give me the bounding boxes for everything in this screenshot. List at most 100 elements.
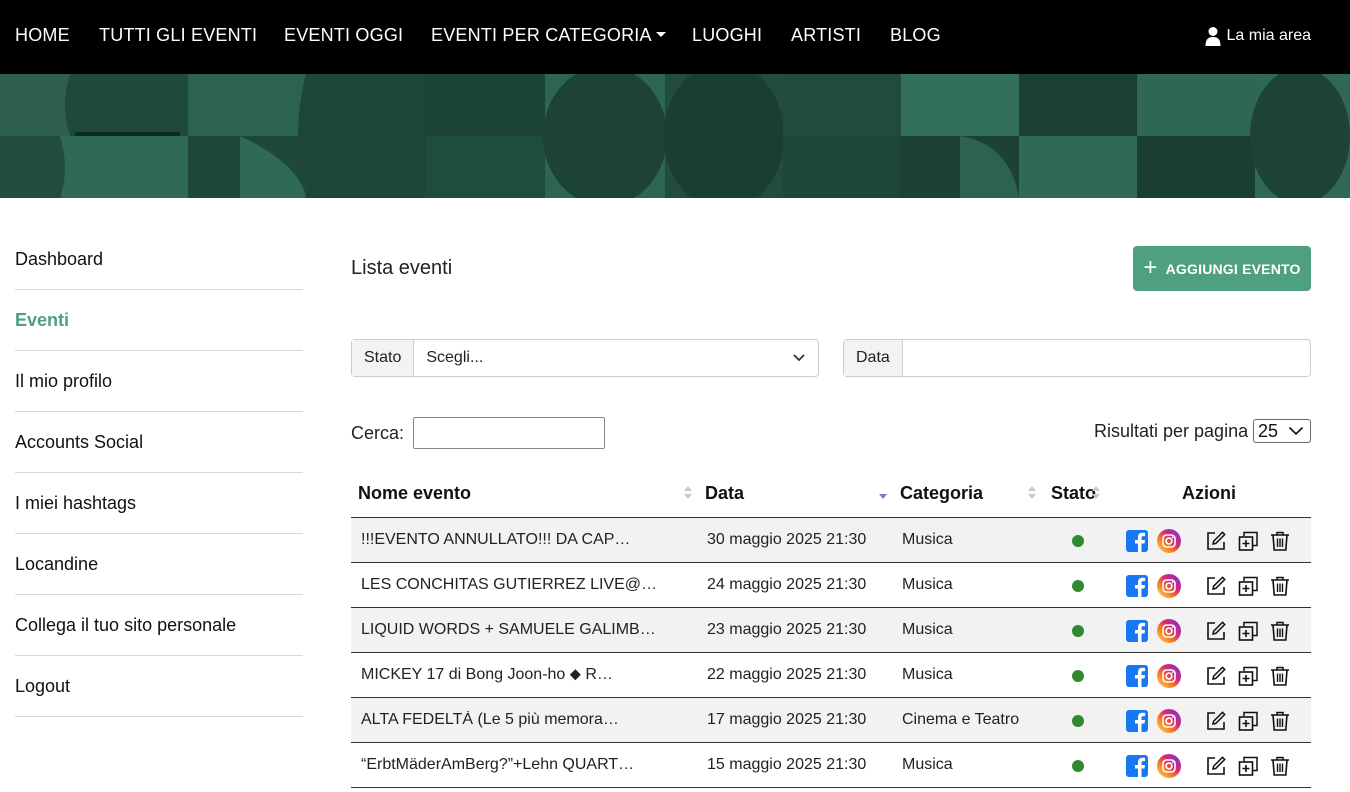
trash-icon[interactable] xyxy=(1268,664,1292,688)
table-row: LIQUID WORDS + SAMUELE GALIMB… 23 maggio… xyxy=(351,608,1311,653)
header-stato[interactable]: Stato xyxy=(1051,483,1096,504)
trash-icon[interactable] xyxy=(1268,574,1292,598)
table-row: LES CONCHITAS GUTIERREZ LIVE@… 24 maggio… xyxy=(351,563,1311,608)
event-date: 17 maggio 2025 21:30 xyxy=(707,711,867,728)
chevron-down-icon xyxy=(793,354,805,362)
nav-blog[interactable]: BLOG xyxy=(890,25,941,46)
duplicate-icon[interactable] xyxy=(1236,754,1260,778)
instagram-icon[interactable] xyxy=(1157,574,1181,598)
event-category: Cinema e Teatro xyxy=(902,711,1020,728)
sort-icon[interactable] xyxy=(1028,486,1036,500)
user-icon xyxy=(1205,27,1220,46)
facebook-icon[interactable] xyxy=(1125,709,1149,733)
status-dot xyxy=(1072,625,1084,637)
facebook-icon[interactable] xyxy=(1125,529,1149,553)
duplicate-icon[interactable] xyxy=(1236,619,1260,643)
page-title: Lista eventi xyxy=(351,257,453,279)
duplicate-icon[interactable] xyxy=(1236,664,1260,688)
facebook-icon[interactable] xyxy=(1125,619,1149,643)
nav-eventi-oggi[interactable]: EVENTI OGGI xyxy=(284,25,403,46)
event-name[interactable]: ALTA FEDELTÀ (Le 5 più memora… xyxy=(361,711,661,729)
status-dot xyxy=(1072,670,1084,682)
sidebar-item-locandine[interactable]: Locandine xyxy=(15,534,303,595)
instagram-icon[interactable] xyxy=(1157,619,1181,643)
search-label: Cerca: xyxy=(351,423,405,443)
duplicate-icon[interactable] xyxy=(1236,529,1260,553)
trash-icon[interactable] xyxy=(1268,529,1292,553)
instagram-icon[interactable] xyxy=(1157,664,1181,688)
sidebar-item-accounts-social[interactable]: Accounts Social xyxy=(15,412,303,473)
event-category: Musica xyxy=(902,666,953,683)
edit-icon[interactable] xyxy=(1204,529,1228,553)
sidebar-item-collega-sito[interactable]: Collega il tuo sito personale xyxy=(15,595,303,656)
instagram-icon[interactable] xyxy=(1157,709,1181,733)
facebook-icon[interactable] xyxy=(1125,664,1149,688)
sidebar-item-logout[interactable]: Logout xyxy=(15,656,303,717)
event-date: 22 maggio 2025 21:30 xyxy=(707,666,867,683)
nav-tutti-gli-eventi[interactable]: TUTTI GLI EVENTI xyxy=(99,25,257,46)
nav-artisti[interactable]: ARTISTI xyxy=(791,25,861,46)
edit-icon[interactable] xyxy=(1204,664,1228,688)
table-row: !!!EVENTO ANNULLATO!!! DA CAP… 30 maggio… xyxy=(351,518,1311,563)
status-dot xyxy=(1072,715,1084,727)
event-name[interactable]: LIQUID WORDS + SAMUELE GALIMB… xyxy=(361,621,661,639)
event-category: Musica xyxy=(902,621,953,638)
date-filter-label: Data xyxy=(844,340,903,376)
hero-banner xyxy=(0,74,1350,198)
header-data[interactable]: Data xyxy=(705,483,744,504)
event-name[interactable]: MICKEY 17 di Bong Joon-ho ⬥ R… xyxy=(361,666,661,684)
sort-desc-icon[interactable] xyxy=(879,486,887,500)
status-dot xyxy=(1072,760,1084,772)
sidebar-item-il-mio-profilo[interactable]: Il mio profilo xyxy=(15,351,303,412)
event-name[interactable]: “ErbtMäderAmBerg?”+Lehn QUART… xyxy=(361,756,661,774)
event-category: Musica xyxy=(902,756,953,773)
edit-icon[interactable] xyxy=(1204,619,1228,643)
user-area-label: La mia area xyxy=(1226,27,1312,44)
user-area-link[interactable]: La mia area xyxy=(1205,26,1312,46)
table-row: ALTA FEDELTÀ (Le 5 più memora… 17 maggio… xyxy=(351,698,1311,743)
edit-icon[interactable] xyxy=(1204,709,1228,733)
status-filter: Stato Scegli... xyxy=(351,339,819,377)
sidebar-menu: Dashboard Eventi Il mio profilo Accounts… xyxy=(15,229,303,717)
event-name[interactable]: LES CONCHITAS GUTIERREZ LIVE@… xyxy=(361,576,661,594)
edit-icon[interactable] xyxy=(1204,754,1228,778)
instagram-icon[interactable] xyxy=(1157,754,1181,778)
per-page-select[interactable]: 25 xyxy=(1253,419,1311,443)
event-date: 24 maggio 2025 21:30 xyxy=(707,576,867,593)
nav-eventi-per-categoria-label: EVENTI PER CATEGORIA xyxy=(431,25,652,45)
sidebar-item-dashboard[interactable]: Dashboard xyxy=(15,229,303,290)
duplicate-icon[interactable] xyxy=(1236,574,1260,598)
sort-icon[interactable] xyxy=(1092,486,1100,500)
event-name[interactable]: !!!EVENTO ANNULLATO!!! DA CAP… xyxy=(361,531,661,549)
event-category: Musica xyxy=(902,576,953,593)
add-event-button-label: AGGIUNGI EVENTO xyxy=(1165,260,1301,277)
sidebar-item-eventi[interactable]: Eventi xyxy=(15,290,303,351)
header-nome-evento[interactable]: Nome evento xyxy=(358,483,471,504)
nav-eventi-per-categoria[interactable]: EVENTI PER CATEGORIA xyxy=(431,25,666,46)
edit-icon[interactable] xyxy=(1204,574,1228,598)
header-categoria[interactable]: Categoria xyxy=(900,483,983,504)
duplicate-icon[interactable] xyxy=(1236,709,1260,733)
per-page-label: Risultati per pagina xyxy=(1094,421,1249,441)
trash-icon[interactable] xyxy=(1268,754,1292,778)
add-event-button[interactable]: + AGGIUNGI EVENTO xyxy=(1133,246,1311,291)
sort-icon[interactable] xyxy=(684,486,692,500)
table-row: MICKEY 17 di Bong Joon-ho ⬥ R… 22 maggio… xyxy=(351,653,1311,698)
date-filter: Data xyxy=(843,339,1311,377)
facebook-icon[interactable] xyxy=(1125,754,1149,778)
events-table: Nome evento Data Categoria Stato Azioni … xyxy=(351,470,1311,788)
search-input[interactable] xyxy=(413,417,605,449)
instagram-icon[interactable] xyxy=(1157,529,1181,553)
table-row: “ErbtMäderAmBerg?”+Lehn QUART… 15 maggio… xyxy=(351,743,1311,788)
sidebar-item-hashtags[interactable]: I miei hashtags xyxy=(15,473,303,534)
trash-icon[interactable] xyxy=(1268,619,1292,643)
nav-home[interactable]: HOME xyxy=(15,25,70,46)
status-filter-select[interactable]: Scegli... xyxy=(414,340,818,376)
date-filter-input[interactable] xyxy=(902,340,1310,376)
facebook-icon[interactable] xyxy=(1125,574,1149,598)
trash-icon[interactable] xyxy=(1268,709,1292,733)
header-azioni: Azioni xyxy=(1182,483,1236,503)
status-dot xyxy=(1072,580,1084,592)
nav-luoghi[interactable]: LUOGHI xyxy=(692,25,762,46)
plus-icon: + xyxy=(1143,253,1158,281)
